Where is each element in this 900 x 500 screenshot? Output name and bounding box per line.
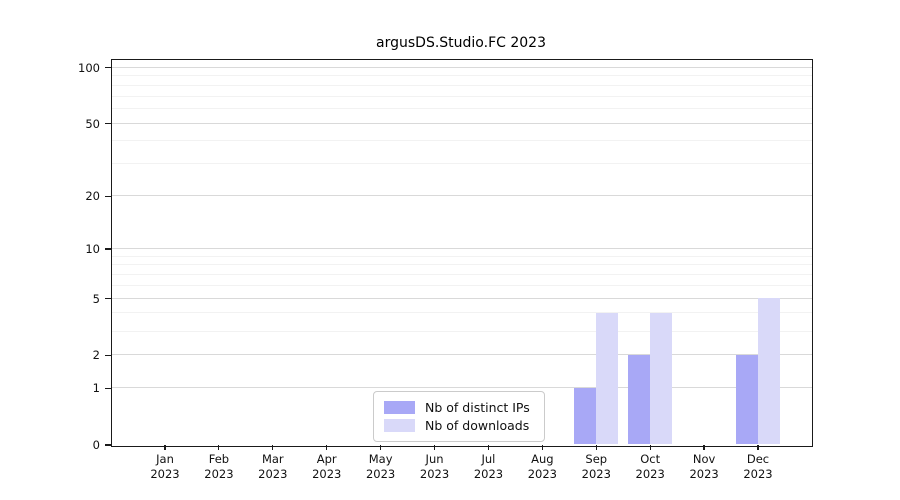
bar-downloads-sep xyxy=(596,313,618,445)
y-tick xyxy=(105,298,111,299)
y-tick-label: 10 xyxy=(0,241,100,257)
x-tick xyxy=(757,445,758,450)
x-tick-label: Dec2023 xyxy=(726,452,790,482)
bar-downloads-oct xyxy=(650,313,672,445)
minor-gridline xyxy=(112,163,812,164)
minor-gridline xyxy=(112,264,812,265)
major-gridline xyxy=(112,387,812,388)
x-tick xyxy=(218,445,219,450)
x-tick xyxy=(542,445,543,450)
minor-gridline xyxy=(112,331,812,332)
x-tick xyxy=(380,445,381,450)
y-tick-label: 100 xyxy=(0,60,100,76)
x-tick xyxy=(703,445,704,450)
x-tick xyxy=(164,445,165,450)
minor-gridline xyxy=(112,85,812,86)
bar-ips-dec xyxy=(736,355,758,445)
x-tick xyxy=(272,445,273,450)
y-tick xyxy=(105,355,111,356)
y-tick-label: 0 xyxy=(0,437,100,453)
major-gridline xyxy=(112,298,812,299)
legend-swatch-downloads-icon xyxy=(384,419,415,432)
minor-gridline xyxy=(112,256,812,257)
major-gridline xyxy=(112,195,812,196)
x-tick-month: Dec xyxy=(726,452,790,467)
y-tick-label: 5 xyxy=(0,291,100,307)
major-gridline xyxy=(112,248,812,249)
legend-label-distinct-ips: Nb of distinct IPs xyxy=(425,399,530,416)
y-tick xyxy=(105,444,111,445)
legend-label-downloads: Nb of downloads xyxy=(425,417,529,434)
minor-gridline xyxy=(112,75,812,76)
minor-gridline xyxy=(112,108,812,109)
x-tick xyxy=(326,445,327,450)
bar-ips-sep xyxy=(574,388,596,445)
legend-item-distinct-ips: Nb of distinct IPs xyxy=(384,399,534,416)
major-gridline xyxy=(112,354,812,355)
x-tick xyxy=(434,445,435,450)
major-gridline xyxy=(112,67,812,68)
minor-gridline xyxy=(112,140,812,141)
y-tick xyxy=(105,388,111,389)
major-gridline xyxy=(112,123,812,124)
x-tick-year: 2023 xyxy=(726,467,790,482)
y-tick-label: 2 xyxy=(0,347,100,363)
figure: argusDS.Studio.FC 2023 Nb of distinct IP… xyxy=(0,0,900,500)
x-tick xyxy=(596,445,597,450)
y-tick xyxy=(105,123,111,124)
plot-canvas xyxy=(112,60,812,446)
minor-gridline xyxy=(112,274,812,275)
y-tick-label: 1 xyxy=(0,380,100,396)
y-tick xyxy=(105,67,111,68)
chart-title: argusDS.Studio.FC 2023 xyxy=(110,35,812,55)
bar-ips-oct xyxy=(628,355,650,445)
minor-gridline xyxy=(112,96,812,97)
minor-gridline xyxy=(112,312,812,313)
plot-area xyxy=(111,59,813,447)
x-tick xyxy=(488,445,489,450)
legend-swatch-distinct-ips-icon xyxy=(384,401,415,414)
x-tick xyxy=(650,445,651,450)
minor-gridline xyxy=(112,285,812,286)
y-tick xyxy=(105,248,111,249)
legend-item-downloads: Nb of downloads xyxy=(384,417,534,434)
legend: Nb of distinct IPs Nb of downloads xyxy=(373,391,545,442)
bar-downloads-dec xyxy=(758,298,780,444)
y-tick xyxy=(105,196,111,197)
y-tick-label: 20 xyxy=(0,188,100,204)
y-tick-label: 50 xyxy=(0,116,100,132)
